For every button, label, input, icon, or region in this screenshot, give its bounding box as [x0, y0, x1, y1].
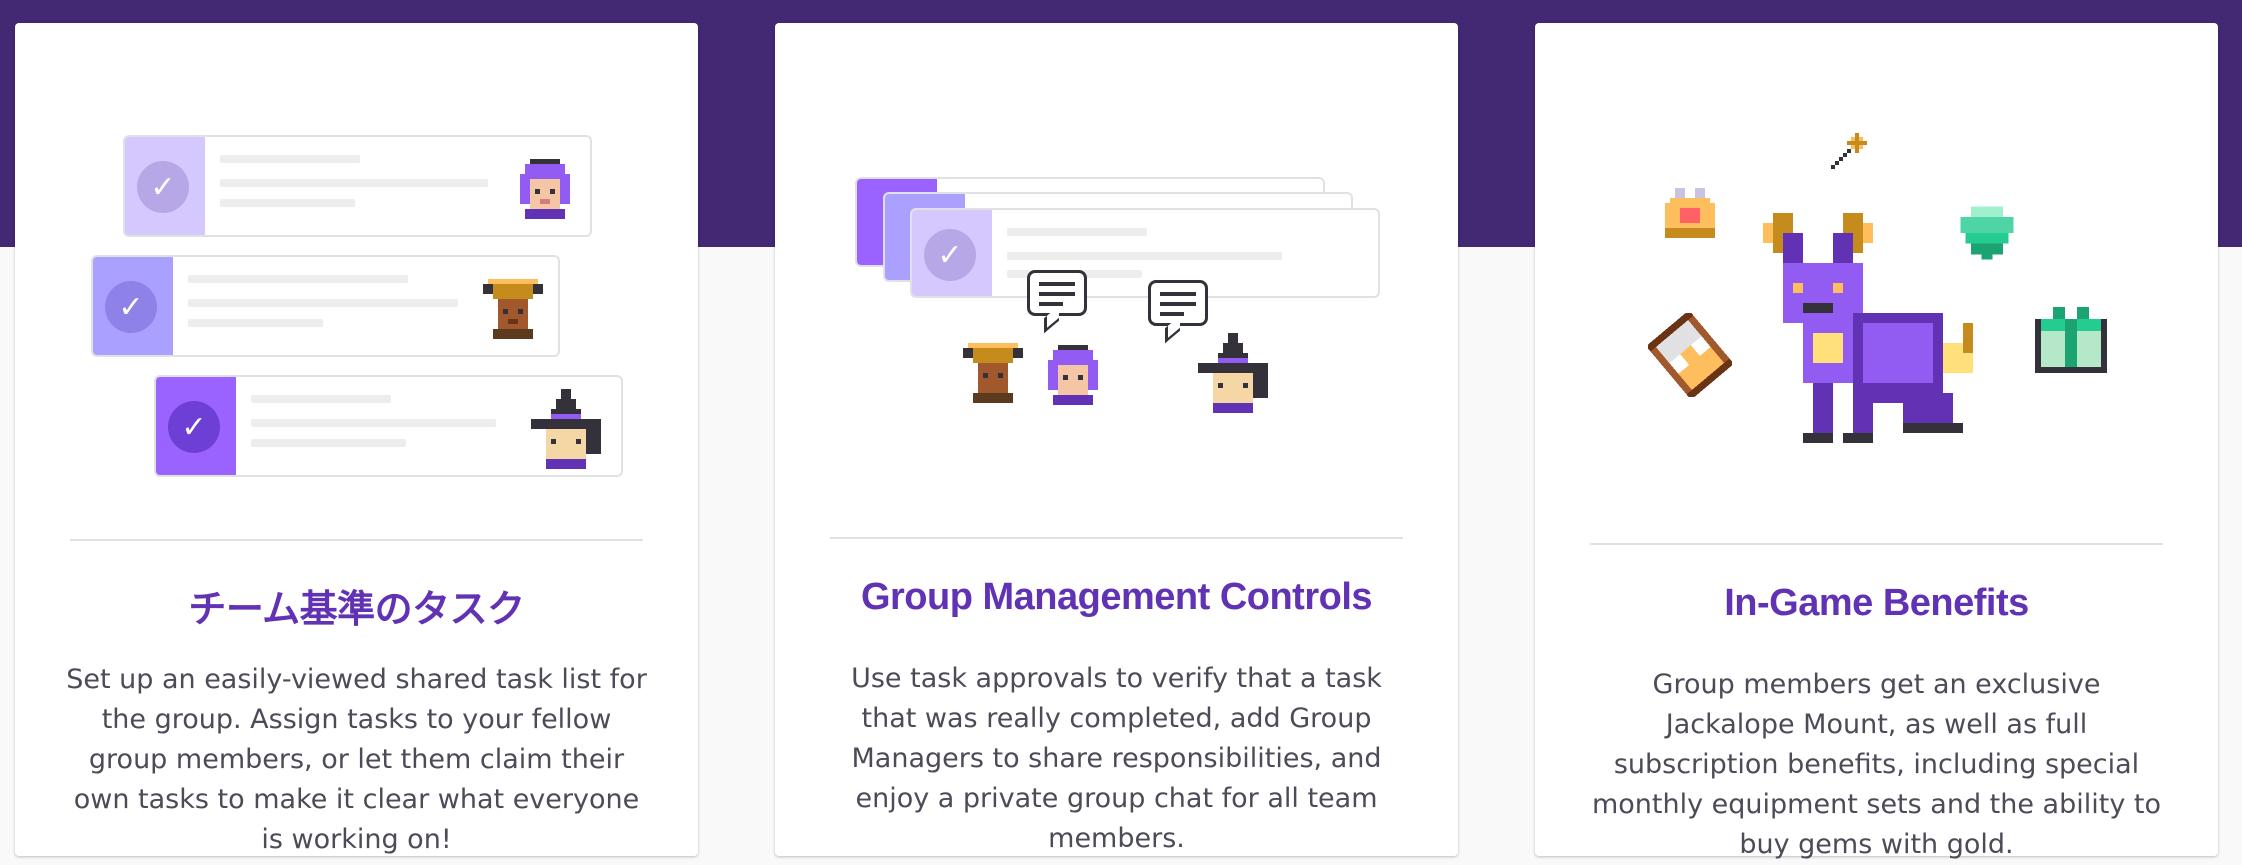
task-row: ✓ — [123, 135, 592, 237]
divider — [830, 537, 1403, 539]
card-title: Group Management Controls — [860, 576, 1373, 618]
checkmark-icon: ✓ — [168, 401, 220, 453]
feature-card-team-tasks: ✓ ✓ ✓ チーム基準のタスク Set up an easily-viewed … — [15, 23, 698, 856]
purple-hair-avatar-icon — [520, 159, 570, 219]
feature-card-in-game-benefits: In-Game Benefits Group members get an ex… — [1535, 23, 2218, 860]
divider — [1590, 543, 2163, 545]
card-title: チーム基準のタスク — [188, 589, 525, 631]
checkmark-icon: ✓ — [924, 229, 976, 281]
card-title: In-Game Benefits — [1724, 582, 2029, 624]
chat-bubble-icon — [1027, 270, 1087, 316]
checkmark-icon: ✓ — [105, 281, 157, 333]
divider — [70, 539, 643, 541]
witch-hat-avatar-icon — [531, 389, 601, 469]
team-tasks-illustration: ✓ ✓ ✓ — [15, 23, 698, 543]
hourglass-icon — [1648, 313, 1732, 397]
chat-bubble-icon — [1148, 280, 1208, 326]
card-description: Set up an easily-viewed shared task list… — [66, 664, 647, 855]
wand-icon — [1831, 133, 1867, 169]
gold-helmet-avatar-icon — [483, 279, 543, 339]
gold-helmet-avatar-icon — [963, 343, 1023, 403]
card-description: Use task approvals to verify that a task… — [851, 663, 1382, 854]
in-game-benefits-illustration — [1535, 23, 2218, 543]
card-description: Group members get an exclusive Jackalope… — [1591, 669, 2162, 860]
witch-hat-avatar-icon — [1198, 333, 1268, 413]
crown-icon — [1665, 188, 1715, 238]
feature-card-group-management: ✓ Group Management Controls Use task app… — [775, 23, 1458, 856]
checkmark-icon: ✓ — [137, 161, 189, 213]
purple-hair-avatar-icon — [1048, 345, 1098, 405]
task-row: ✓ — [91, 255, 560, 357]
group-management-illustration: ✓ — [775, 23, 1458, 543]
task-row: ✓ — [154, 375, 623, 477]
jackalope-mount-icon — [1763, 213, 1973, 443]
task-row: ✓ — [910, 208, 1380, 298]
gift-icon — [2035, 307, 2107, 373]
